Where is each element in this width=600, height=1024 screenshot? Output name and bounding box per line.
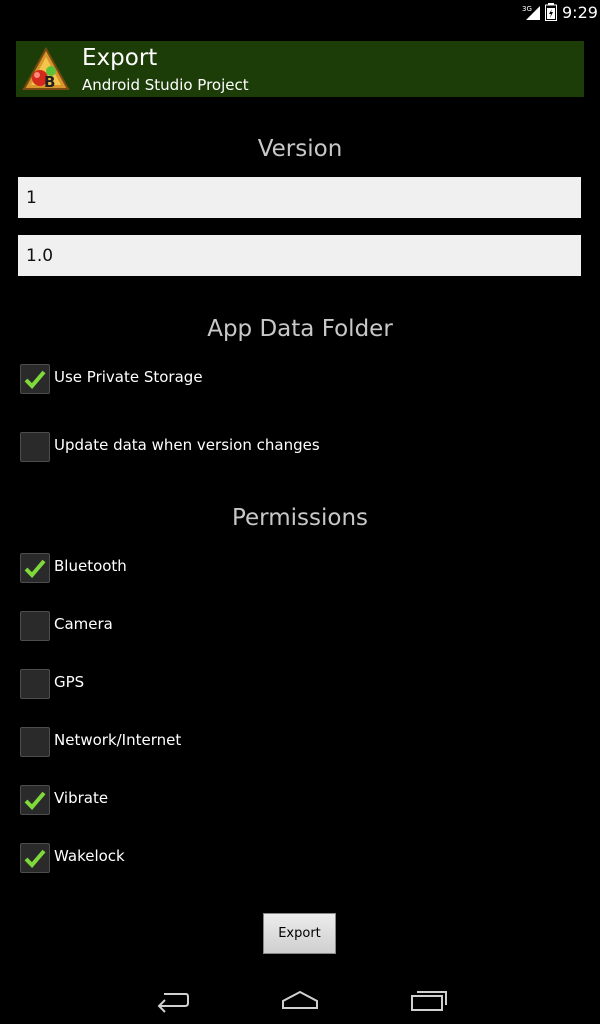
- checkbox-label: Update data when version changes: [54, 436, 320, 454]
- checkbox-label: Vibrate: [54, 789, 109, 807]
- checkbox-label: Wakelock: [54, 847, 125, 865]
- battery-icon: [545, 3, 557, 25]
- version-section-title: Version: [257, 136, 343, 162]
- checkbox-label: Camera: [54, 615, 113, 633]
- svg-text:3G: 3G: [522, 5, 532, 13]
- checkbox-box[interactable]: [20, 432, 50, 462]
- back-icon[interactable]: [154, 986, 190, 1018]
- page-title: Export: [82, 45, 158, 71]
- checkbox-box[interactable]: [20, 843, 50, 873]
- action-bar: B Export Android Studio Project: [16, 41, 584, 97]
- checkmark-icon: [24, 559, 46, 578]
- app-logo-icon: B: [22, 45, 70, 97]
- checkbox-label: Bluetooth: [54, 557, 127, 575]
- recent-apps-icon[interactable]: [410, 986, 448, 1018]
- checkbox-box[interactable]: [20, 553, 50, 583]
- version-name-field[interactable]: [18, 235, 581, 276]
- checkbox-box[interactable]: [20, 785, 50, 815]
- page-subtitle: Android Studio Project: [82, 76, 249, 94]
- navigation-bar: [0, 976, 600, 1024]
- signal-3g-icon: 3G: [522, 4, 542, 24]
- app-data-folder-section-title: App Data Folder: [207, 316, 393, 342]
- checkmark-icon: [24, 370, 46, 389]
- checkmark-icon: [24, 849, 46, 868]
- home-icon[interactable]: [281, 986, 319, 1018]
- checkmark-icon: [24, 791, 46, 810]
- status-bar: 3G 9:29: [0, 0, 600, 24]
- checkbox-label: GPS: [54, 673, 85, 691]
- checkbox-box[interactable]: [20, 364, 50, 394]
- permissions-section-title: Permissions: [231, 505, 369, 531]
- checkbox-label: Network/Internet: [54, 731, 182, 749]
- export-button[interactable]: Export: [263, 913, 336, 954]
- checkbox-box[interactable]: [20, 611, 50, 641]
- checkbox-box[interactable]: [20, 727, 50, 757]
- checkbox-box[interactable]: [20, 669, 50, 699]
- svg-text:B: B: [44, 73, 55, 91]
- clock: 9:29: [562, 3, 598, 22]
- version-code-field[interactable]: [18, 177, 581, 218]
- checkbox-label: Use Private Storage: [54, 368, 203, 386]
